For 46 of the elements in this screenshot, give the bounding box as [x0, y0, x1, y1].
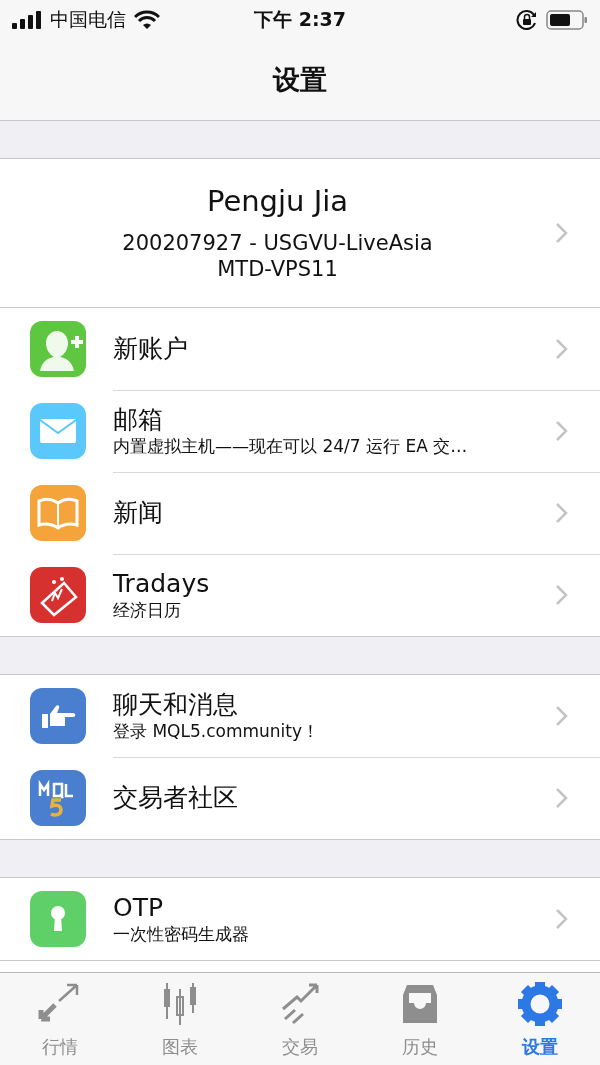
chevron-icon	[555, 584, 569, 606]
row-title: Tradays	[113, 569, 211, 599]
pointing-hand-icon	[30, 688, 86, 744]
tab-item[interactable]: 设置	[480, 973, 600, 1065]
settings-row[interactable]: OTP 一次性密码生成器	[0, 878, 600, 960]
rotation-lock-icon	[516, 9, 538, 31]
mql-logo-icon	[30, 770, 86, 826]
chevron-icon	[555, 704, 569, 727]
settings-row[interactable]: Tradays 经济日历	[0, 554, 600, 636]
calendar-icon	[30, 567, 86, 623]
row-subtitle: 登录 MQL5.community！	[113, 719, 320, 742]
account-number: 200207927 - USGVU-LiveAsia	[122, 230, 433, 256]
chevron-icon	[555, 222, 569, 244]
row-title: OTP	[113, 893, 165, 923]
row-title: 新闻	[113, 497, 164, 528]
settings-row[interactable]: 交易者社区	[0, 757, 600, 839]
settings-row[interactable]: 聊天和消息 登录 MQL5.community！	[0, 675, 600, 757]
chevron-icon	[555, 787, 569, 809]
chevron-icon	[555, 501, 569, 524]
keyhole-icon	[30, 891, 86, 947]
row-subtitle: 内置虚拟主机——现在可以 24/7 运行 EA 交…	[113, 434, 469, 457]
envelope-icon	[30, 403, 86, 459]
chevron-icon	[555, 908, 569, 930]
settings-row[interactable]: 邮箱 内置虚拟主机——现在可以 24/7 运行 EA 交…	[0, 390, 600, 472]
settings-row[interactable]: 新账户	[0, 308, 600, 390]
row-subtitle: 一次性密码生成器	[113, 923, 250, 945]
carrier-name: 中国电信	[50, 7, 126, 32]
wifi-icon	[134, 10, 160, 30]
screen-title: 设置	[273, 63, 327, 97]
settings-icon	[515, 979, 565, 1029]
chevron-icon	[555, 337, 569, 360]
row-title: 新账户	[113, 333, 189, 364]
battery-icon	[546, 10, 588, 30]
row-title: 聊天和消息	[113, 689, 239, 720]
book-icon	[30, 485, 86, 541]
account-name: Pengju Jia	[206, 184, 349, 218]
row-title: 交易者社区	[113, 783, 239, 813]
add-person-icon	[30, 321, 86, 377]
account-row[interactable]: Pengju Jia 200207927 - USGVU-LiveAsia MTD-VPS11	[0, 159, 600, 308]
chevron-icon	[555, 419, 569, 442]
status-time: 下午 2:37	[254, 8, 346, 30]
settings-row[interactable]: 新闻	[0, 472, 600, 554]
signal-icon	[12, 11, 42, 29]
row-title: 邮箱	[113, 404, 164, 435]
row-subtitle: 经济日历	[113, 599, 182, 621]
server-name: MTD-VPS11	[217, 256, 338, 282]
